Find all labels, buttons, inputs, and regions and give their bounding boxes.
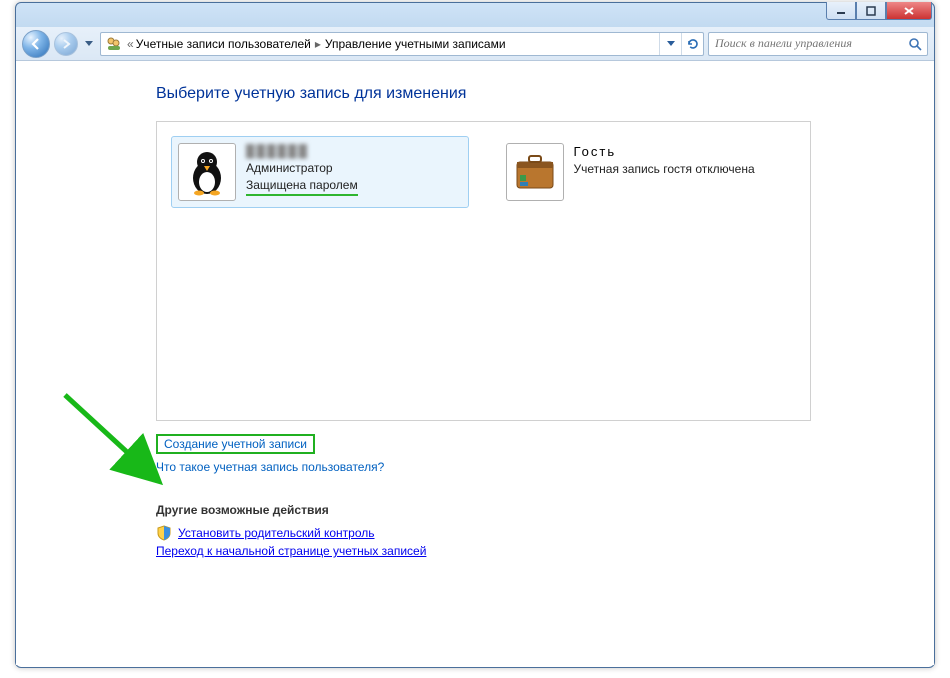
arrow-left-icon xyxy=(29,37,43,51)
breadcrumb-item-user-accounts[interactable]: Учетные записи пользователей xyxy=(136,37,311,51)
link-create-account[interactable]: Создание учетной записи xyxy=(156,434,315,454)
search-input[interactable] xyxy=(713,35,907,52)
content-area: Выберите учетную запись для изменения xyxy=(16,61,934,665)
breadcrumb-item-manage-accounts[interactable]: Управление учетными записами xyxy=(325,37,506,51)
maximize-icon xyxy=(866,6,876,16)
search-box[interactable] xyxy=(708,32,928,56)
link-what-is-account[interactable]: Что такое учетная запись пользователя? xyxy=(156,460,384,474)
page-title: Выберите учетную запись для изменения xyxy=(156,85,934,103)
window-controls xyxy=(826,2,932,20)
links-section: Создание учетной записи Что такое учетна… xyxy=(156,431,934,477)
chevron-down-icon xyxy=(667,41,675,47)
account-card-guest[interactable]: Гость Учетная запись гостя отключена xyxy=(499,136,797,208)
avatar xyxy=(506,143,564,201)
chevron-down-icon xyxy=(85,41,93,47)
search-icon xyxy=(907,36,923,52)
other-actions-heading: Другие возможные действия xyxy=(156,503,934,517)
other-actions: Другие возможные действия Установить род… xyxy=(156,503,934,558)
link-parental-control[interactable]: Установить родительский контроль xyxy=(178,526,375,540)
avatar xyxy=(178,143,236,201)
forward-button[interactable] xyxy=(54,32,78,56)
maximize-button[interactable] xyxy=(856,2,886,20)
shield-icon xyxy=(156,525,172,541)
window-titlebar xyxy=(16,3,934,27)
control-panel-window: « Учетные записи пользователей ▸ Управле… xyxy=(15,2,935,668)
close-icon xyxy=(903,6,915,16)
toolbar: « Учетные записи пользователей ▸ Управле… xyxy=(16,27,934,61)
refresh-button[interactable] xyxy=(681,33,703,55)
breadcrumb-back-chevron[interactable]: « xyxy=(125,37,136,51)
minimize-button[interactable] xyxy=(826,2,856,20)
penguin-icon xyxy=(183,148,231,196)
breadcrumb-separator-icon: ▸ xyxy=(311,37,325,51)
account-info: ██████ Администратор Защищена паролем xyxy=(246,143,358,196)
account-role: Администратор xyxy=(246,160,358,177)
breadcrumb[interactable]: « Учетные записи пользователей ▸ Управле… xyxy=(100,32,704,56)
refresh-icon xyxy=(686,37,700,51)
nav-history-dropdown[interactable] xyxy=(82,34,96,54)
arrow-right-icon xyxy=(60,38,72,50)
account-name: Гость xyxy=(574,143,755,161)
account-password-status: Защищена паролем xyxy=(246,177,358,197)
suitcase-icon xyxy=(511,148,559,196)
account-name: ██████ xyxy=(246,143,358,160)
account-info: Гость Учетная запись гостя отключена xyxy=(574,143,755,178)
breadcrumb-dropdown[interactable] xyxy=(659,33,681,55)
link-accounts-home[interactable]: Переход к начальной странице учетных зап… xyxy=(156,544,426,558)
user-accounts-icon xyxy=(105,35,123,53)
account-card-admin[interactable]: ██████ Администратор Защищена паролем xyxy=(171,136,469,208)
close-button[interactable] xyxy=(886,2,932,20)
account-status: Учетная запись гостя отключена xyxy=(574,161,755,178)
accounts-list: ██████ Администратор Защищена паролем xyxy=(156,121,811,421)
minimize-icon xyxy=(836,6,846,16)
back-button[interactable] xyxy=(22,30,50,58)
